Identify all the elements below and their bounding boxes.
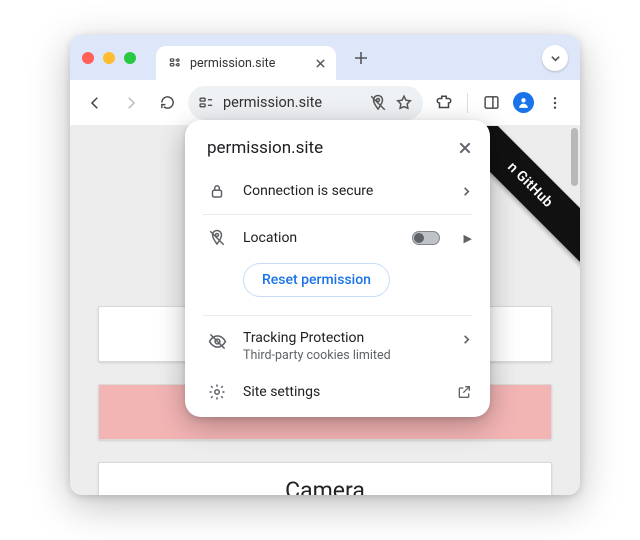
forward-button[interactable]: [116, 88, 146, 118]
tab-favicon-icon: [168, 56, 182, 70]
window-controls: [82, 52, 156, 64]
tracking-protection-label: Tracking Protection Third-party cookies …: [243, 330, 445, 363]
page-button-label: Camera: [285, 477, 365, 496]
connection-secure-row[interactable]: Connection is secure: [185, 172, 490, 210]
chevron-right-icon: [461, 186, 472, 197]
divider: [203, 214, 472, 215]
kebab-menu-icon[interactable]: [540, 88, 570, 118]
location-toggle[interactable]: [412, 231, 440, 245]
tracking-protection-sub: Third-party cookies limited: [243, 348, 445, 363]
new-tab-button[interactable]: [346, 47, 376, 69]
reset-permission-row: Reset permission: [185, 257, 490, 311]
tab-close-icon[interactable]: [315, 58, 326, 69]
extensions-icon[interactable]: [429, 88, 459, 118]
eye-off-icon: [207, 332, 227, 351]
window-zoom-button[interactable]: [124, 52, 136, 64]
popover-title: permission.site: [207, 138, 458, 158]
page-button-camera[interactable]: Camera: [98, 462, 552, 495]
ribbon-label: n GitHub: [504, 159, 556, 211]
location-blocked-icon[interactable]: [369, 94, 387, 112]
tabs-dropdown-button[interactable]: [542, 45, 568, 71]
reload-button[interactable]: [152, 88, 182, 118]
site-settings-row[interactable]: Site settings: [185, 373, 490, 411]
tracking-protection-row[interactable]: Tracking Protection Third-party cookies …: [185, 320, 490, 373]
tab-title: permission.site: [190, 56, 275, 71]
location-off-icon: [207, 229, 227, 247]
divider: [203, 315, 472, 316]
address-text: permission.site: [223, 94, 361, 111]
caret-right-icon[interactable]: ▶: [464, 232, 472, 245]
back-button[interactable]: [80, 88, 110, 118]
chevron-right-icon: [461, 334, 472, 345]
profile-avatar[interactable]: [508, 88, 538, 118]
site-info-popover: permission.site Connection is secure Loc…: [185, 120, 490, 417]
open-external-icon: [456, 384, 472, 400]
vertical-scrollbar[interactable]: [571, 128, 578, 186]
window-close-button[interactable]: [82, 52, 94, 64]
bookmark-star-icon[interactable]: [395, 94, 413, 112]
location-label: Location: [243, 230, 396, 246]
popover-header: permission.site: [185, 120, 490, 172]
lock-icon: [207, 182, 227, 200]
close-icon[interactable]: [458, 141, 472, 155]
gear-icon: [207, 383, 227, 401]
tab-strip: permission.site: [70, 35, 580, 80]
location-permission-row: Location ▶: [185, 219, 490, 257]
toolbar-divider: [467, 93, 468, 113]
sidepanel-icon[interactable]: [476, 88, 506, 118]
toolbar-right: [429, 88, 570, 118]
connection-secure-label: Connection is secure: [243, 183, 445, 199]
site-settings-label: Site settings: [243, 384, 440, 400]
site-info-icon[interactable]: [198, 94, 215, 111]
window-minimize-button[interactable]: [103, 52, 115, 64]
browser-tab[interactable]: permission.site: [156, 46, 336, 80]
reset-permission-button[interactable]: Reset permission: [243, 263, 390, 297]
address-bar[interactable]: permission.site: [188, 86, 423, 120]
